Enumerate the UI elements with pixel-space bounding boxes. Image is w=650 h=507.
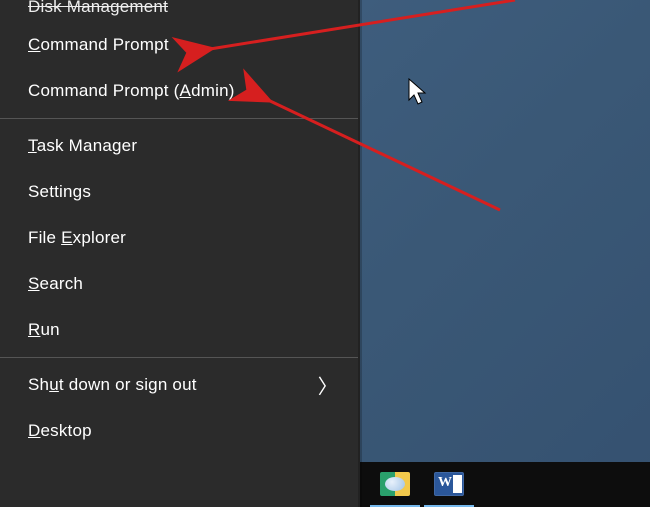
desktop-background [360, 0, 650, 507]
menu-item[interactable]: Settings [0, 169, 358, 215]
control-panel-icon [380, 472, 410, 496]
winx-power-user-menu: Disk Management Command Prompt Command Pro… [0, 0, 358, 507]
menu-item[interactable]: File Explorer [0, 215, 358, 261]
taskbar-icon-word[interactable] [424, 462, 474, 507]
menu-item[interactable]: Task Manager [0, 123, 358, 169]
menu-item-label: Command Prompt (Admin) [28, 81, 235, 101]
menu-item[interactable]: Search [0, 261, 358, 307]
menu-item[interactable]: Desktop [0, 408, 358, 454]
menu-item[interactable]: Run [0, 307, 358, 353]
menu-item-label: Settings [28, 182, 91, 202]
menu-item[interactable]: Command Prompt [0, 22, 358, 68]
menu-item[interactable]: Shut down or sign out 〉 [0, 362, 358, 408]
taskbar [360, 462, 650, 507]
menu-item-label: Shut down or sign out [28, 375, 197, 395]
menu-item-label: Run [28, 320, 60, 340]
menu-item-label: Disk Management [28, 0, 168, 17]
menu-item-label: Desktop [28, 421, 92, 441]
chevron-right-icon: 〉 [318, 371, 338, 400]
menu-item-label: File Explorer [28, 228, 126, 248]
menu-item[interactable]: Command Prompt (Admin) [0, 68, 358, 114]
menu-separator [0, 118, 358, 119]
taskbar-icon-control-panel[interactable] [370, 462, 420, 507]
menu-item-label: Task Manager [28, 136, 137, 156]
menu-separator [0, 357, 358, 358]
menu-item-label: Command Prompt [28, 35, 169, 55]
word-icon [434, 472, 464, 496]
menu-item-label: Search [28, 274, 83, 294]
menu-item[interactable]: Disk Management [0, 0, 358, 22]
menu-shadow [358, 0, 362, 507]
